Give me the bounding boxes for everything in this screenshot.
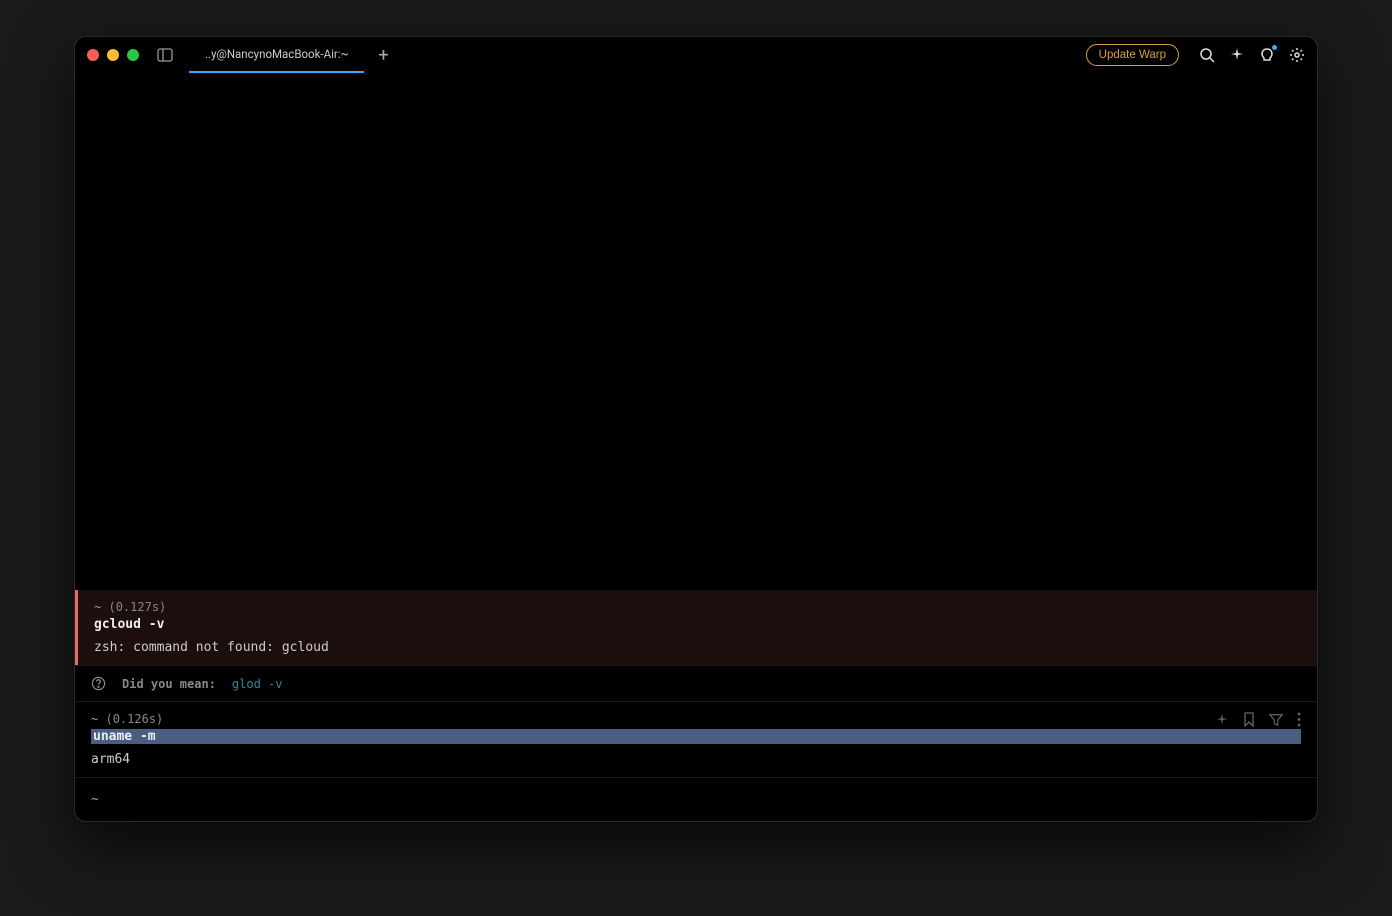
plus-icon: + — [378, 45, 388, 66]
prompt-duration: (0.126s) — [105, 712, 163, 726]
command-block-success[interactable]: ~ (0.126s) uname -m arm64 — [75, 702, 1317, 777]
maximize-window-button[interactable] — [127, 49, 139, 61]
prompt-dir: ~ — [94, 600, 101, 614]
prompt-dir: ~ — [91, 792, 99, 807]
titlebar-actions — [1199, 47, 1305, 63]
command-text: gcloud -v — [94, 617, 1301, 632]
command-text-selected: uname -m — [91, 729, 1301, 744]
tab-title: ..y@NancynoMacBook-Air:~ — [205, 47, 348, 61]
filter-icon[interactable] — [1269, 712, 1283, 727]
active-prompt[interactable]: ~ — [75, 777, 1317, 821]
prompt-dir: ~ — [91, 712, 98, 726]
tab-active[interactable]: ..y@NancynoMacBook-Air:~ — [189, 37, 364, 73]
help-icon[interactable] — [91, 676, 106, 691]
suggestion-command[interactable]: glod -v — [232, 677, 283, 691]
update-warp-button[interactable]: Update Warp — [1086, 44, 1179, 66]
pin-icon[interactable] — [1215, 712, 1229, 727]
window-controls — [87, 49, 139, 61]
panel-toggle-icon[interactable] — [157, 48, 173, 62]
command-output: arm64 — [91, 752, 1301, 767]
titlebar: ..y@NancynoMacBook-Air:~ + Update Warp — [75, 37, 1317, 73]
prompt-info: ~ (0.126s) — [91, 712, 1301, 726]
suggestion-bar: Did you mean: glod -v — [75, 665, 1317, 702]
prompt-duration: (0.127s) — [108, 600, 166, 614]
search-icon[interactable] — [1199, 47, 1215, 63]
command-block-error[interactable]: ~ (0.127s) gcloud -v zsh: command not fo… — [75, 590, 1317, 665]
more-icon[interactable] — [1297, 712, 1301, 727]
notification-dot — [1272, 45, 1277, 50]
settings-icon[interactable] — [1289, 47, 1305, 63]
block-actions — [1215, 712, 1301, 727]
prompt-info: ~ (0.127s) — [94, 600, 1301, 614]
new-tab-button[interactable]: + — [364, 37, 402, 73]
suggestion-label: Did you mean: — [122, 677, 216, 691]
close-window-button[interactable] — [87, 49, 99, 61]
bulb-icon[interactable] — [1259, 47, 1275, 63]
minimize-window-button[interactable] — [107, 49, 119, 61]
sparkle-icon[interactable] — [1229, 47, 1245, 63]
terminal-body: ~ (0.127s) gcloud -v zsh: command not fo… — [75, 73, 1317, 821]
terminal-window: ..y@NancynoMacBook-Air:~ + Update Warp — [74, 36, 1318, 822]
tab-bar: ..y@NancynoMacBook-Air:~ + — [189, 37, 403, 73]
bookmark-icon[interactable] — [1243, 712, 1255, 727]
terminal-scrollback[interactable] — [75, 73, 1317, 590]
command-output: zsh: command not found: gcloud — [94, 640, 1301, 655]
